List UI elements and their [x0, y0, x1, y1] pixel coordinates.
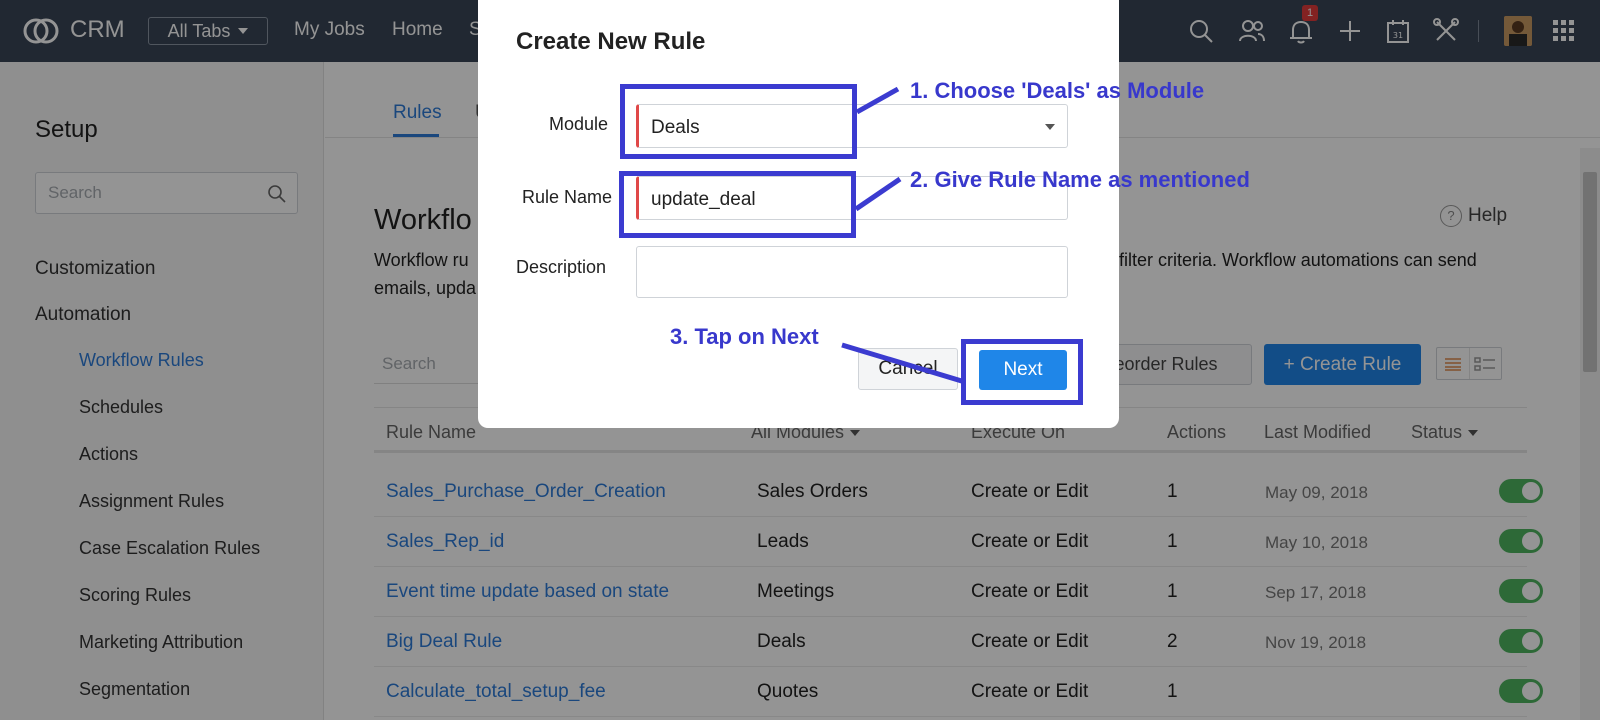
module-label: Module — [549, 114, 609, 134]
dialog-title: Create New Rule — [516, 28, 706, 55]
cancel-button[interactable]: Cancel — [858, 348, 958, 390]
chevron-down-icon — [1045, 124, 1055, 130]
description-input[interactable] — [636, 246, 1068, 298]
annotation-step3: 3. Tap on Next — [670, 324, 819, 349]
annotation-box-next — [961, 339, 1083, 405]
rule-name-label: Rule Name — [522, 187, 613, 207]
annotation-box-rule-name — [619, 171, 856, 238]
annotation-step1: 1. Choose 'Deals' as Module — [910, 78, 1205, 103]
annotation-step2: 2. Give Rule Name as mentioned — [910, 167, 1250, 192]
description-label: Description — [516, 257, 607, 277]
annotation-box-module — [620, 84, 857, 159]
